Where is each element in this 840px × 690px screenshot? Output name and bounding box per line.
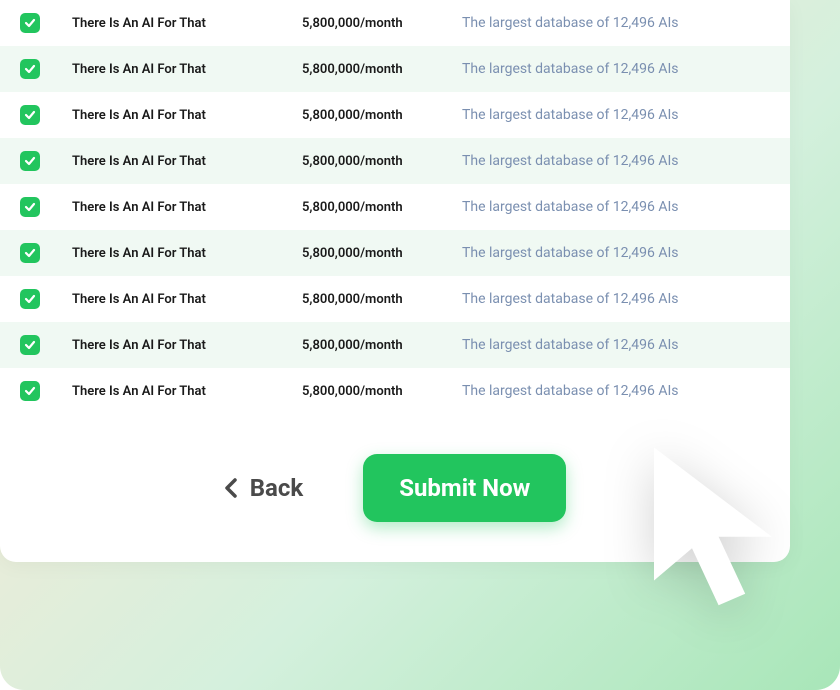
directory-name: There Is An AI For That: [72, 154, 302, 169]
check-icon: [24, 385, 36, 397]
directory-description: The largest database of 12,496 AIs: [462, 291, 770, 307]
table-row: There Is An AI For That5,800,000/monthTh…: [0, 322, 790, 368]
check-icon: [24, 63, 36, 75]
chevron-left-icon: [224, 478, 238, 498]
submit-button-label: Submit Now: [399, 474, 530, 502]
checkbox-cell: [20, 13, 72, 33]
table-row: There Is An AI For That5,800,000/monthTh…: [0, 92, 790, 138]
directory-name: There Is An AI For That: [72, 200, 302, 215]
check-icon: [24, 339, 36, 351]
directory-traffic: 5,800,000/month: [302, 384, 462, 399]
checkbox-cell: [20, 335, 72, 355]
directory-traffic: 5,800,000/month: [302, 200, 462, 215]
directory-description: The largest database of 12,496 AIs: [462, 153, 770, 169]
check-icon: [24, 155, 36, 167]
checkbox-cell: [20, 59, 72, 79]
directory-description: The largest database of 12,496 AIs: [462, 107, 770, 123]
directory-table: There Is An AI For That5,800,000/monthTh…: [0, 0, 790, 414]
checkbox-cell: [20, 243, 72, 263]
directory-description: The largest database of 12,496 AIs: [462, 199, 770, 215]
directory-description: The largest database of 12,496 AIs: [462, 383, 770, 399]
action-buttons: Back Submit Now: [0, 454, 790, 522]
directory-name: There Is An AI For That: [72, 292, 302, 307]
directory-name: There Is An AI For That: [72, 108, 302, 123]
table-row: There Is An AI For That5,800,000/monthTh…: [0, 184, 790, 230]
table-row: There Is An AI For That5,800,000/monthTh…: [0, 368, 790, 414]
table-row: There Is An AI For That5,800,000/monthTh…: [0, 0, 790, 46]
checkbox[interactable]: [20, 243, 40, 263]
checkbox[interactable]: [20, 151, 40, 171]
checkbox[interactable]: [20, 289, 40, 309]
submit-button[interactable]: Submit Now: [363, 454, 566, 522]
back-button[interactable]: Back: [224, 474, 303, 502]
table-row: There Is An AI For That5,800,000/monthTh…: [0, 138, 790, 184]
directory-description: The largest database of 12,496 AIs: [462, 245, 770, 261]
checkbox[interactable]: [20, 13, 40, 33]
table-row: There Is An AI For That5,800,000/monthTh…: [0, 230, 790, 276]
directory-traffic: 5,800,000/month: [302, 62, 462, 77]
directory-traffic: 5,800,000/month: [302, 338, 462, 353]
check-icon: [24, 109, 36, 121]
directory-traffic: 5,800,000/month: [302, 16, 462, 31]
check-icon: [24, 247, 36, 259]
checkbox[interactable]: [20, 59, 40, 79]
checkbox-cell: [20, 381, 72, 401]
checkbox[interactable]: [20, 105, 40, 125]
directory-traffic: 5,800,000/month: [302, 108, 462, 123]
directory-name: There Is An AI For That: [72, 338, 302, 353]
checkbox-cell: [20, 289, 72, 309]
check-icon: [24, 293, 36, 305]
checkbox[interactable]: [20, 381, 40, 401]
directory-name: There Is An AI For That: [72, 16, 302, 31]
checkbox-cell: [20, 151, 72, 171]
checkbox-cell: [20, 105, 72, 125]
directory-name: There Is An AI For That: [72, 384, 302, 399]
directory-traffic: 5,800,000/month: [302, 246, 462, 261]
check-icon: [24, 17, 36, 29]
directory-name: There Is An AI For That: [72, 62, 302, 77]
content-card: There Is An AI For That5,800,000/monthTh…: [0, 0, 790, 562]
directory-traffic: 5,800,000/month: [302, 292, 462, 307]
directory-description: The largest database of 12,496 AIs: [462, 337, 770, 353]
checkbox-cell: [20, 197, 72, 217]
directory-description: The largest database of 12,496 AIs: [462, 15, 770, 31]
back-button-label: Back: [250, 474, 303, 502]
check-icon: [24, 201, 36, 213]
directory-name: There Is An AI For That: [72, 246, 302, 261]
directory-traffic: 5,800,000/month: [302, 154, 462, 169]
directory-description: The largest database of 12,496 AIs: [462, 61, 770, 77]
checkbox[interactable]: [20, 197, 40, 217]
page-container: There Is An AI For That5,800,000/monthTh…: [0, 0, 840, 690]
checkbox[interactable]: [20, 335, 40, 355]
table-row: There Is An AI For That5,800,000/monthTh…: [0, 276, 790, 322]
table-row: There Is An AI For That5,800,000/monthTh…: [0, 46, 790, 92]
